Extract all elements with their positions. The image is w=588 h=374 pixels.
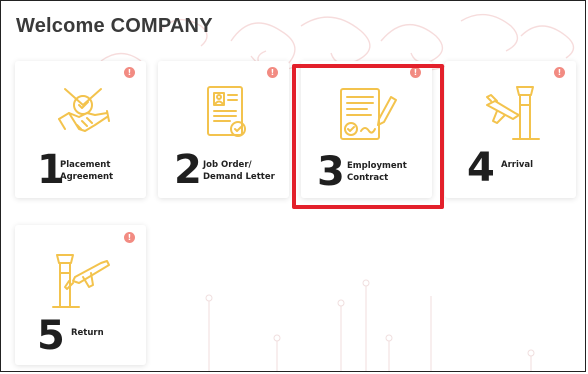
alert-badge: ! xyxy=(124,232,135,243)
step-label-line2: Agreement xyxy=(60,172,114,182)
step-number: 4 xyxy=(467,145,495,191)
alert-badge: ! xyxy=(267,67,278,78)
airplane-departure-icon xyxy=(52,254,110,308)
handshake-icon xyxy=(58,88,110,132)
step-label: Placement Agreement xyxy=(60,159,113,183)
dashboard-frame: Welcome COMPANY ! 1 Placement Agreement … xyxy=(0,0,586,372)
step-card-arrival[interactable]: ! 4 Arrival xyxy=(445,61,576,198)
step-label-line1: Employment xyxy=(347,161,407,171)
step-label: Employment Contract xyxy=(347,160,407,184)
step-card-placement-agreement[interactable]: ! 1 Placement Agreement xyxy=(15,61,146,198)
step-card-job-order[interactable]: ! 2 Job Order/ Demand Letter xyxy=(158,61,289,198)
step-label-line1: Placement xyxy=(60,160,111,170)
document-icon xyxy=(207,86,246,137)
alert-badge: ! xyxy=(124,67,135,78)
step-label-line2: Contract xyxy=(347,173,389,183)
step-label-line1: Job Order/ xyxy=(203,160,252,170)
step-label: Return xyxy=(71,327,104,339)
step-number: 3 xyxy=(317,149,345,195)
step-label-line1: Arrival xyxy=(501,160,534,170)
step-label: Job Order/ Demand Letter xyxy=(203,159,275,183)
step-label-line2: Demand Letter xyxy=(203,172,275,182)
step-label: Arrival xyxy=(501,159,533,171)
airplane-landing-icon xyxy=(486,86,540,140)
step-label-line1: Return xyxy=(71,328,104,338)
step-number: 5 xyxy=(37,313,65,359)
step-card-return[interactable]: ! 5 Return xyxy=(15,225,146,365)
step-card-employment-contract[interactable]: ! 3 Employment Contract xyxy=(301,61,432,198)
page-title: Welcome COMPANY xyxy=(16,15,213,37)
contract-icon xyxy=(340,88,397,140)
alert-badge: ! xyxy=(554,67,565,78)
step-number: 2 xyxy=(174,147,202,193)
alert-badge: ! xyxy=(410,67,421,78)
